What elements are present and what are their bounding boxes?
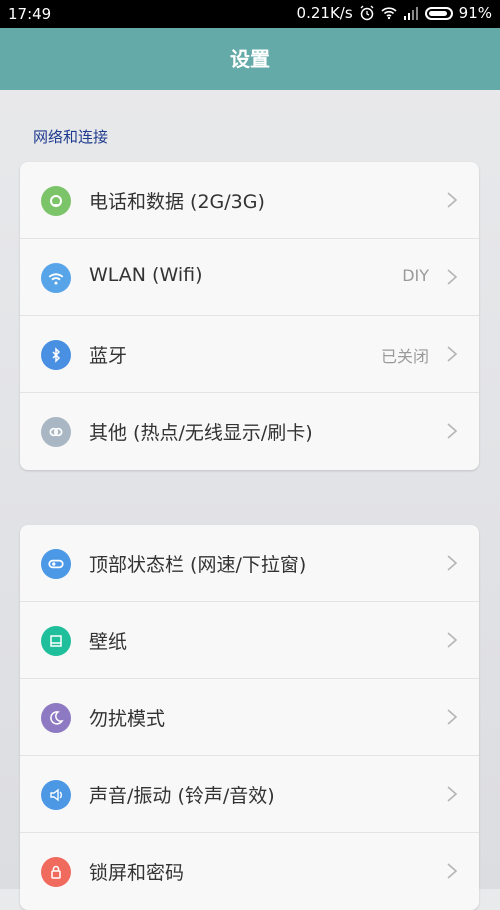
item-label: 蓝牙	[89, 345, 128, 367]
chevron-right-icon	[447, 863, 458, 879]
signal-icon	[403, 7, 418, 20]
section-title-network: 网络和连接	[33, 128, 109, 146]
settings-item-bluetooth[interactable]: 蓝牙 已关闭	[20, 316, 479, 393]
battery-percent: 91%	[458, 4, 492, 22]
status-right-group: 0.21K/s 91%	[297, 4, 492, 22]
item-label: 壁纸	[89, 631, 128, 653]
chevron-right-icon	[447, 192, 458, 208]
settings-item-lockscreen[interactable]: 锁屏和密码	[20, 833, 479, 910]
status-bar-icon	[41, 549, 71, 579]
item-value: 已关闭	[380, 347, 429, 366]
network-speed: 0.21K/s	[296, 4, 353, 22]
chevron-right-icon	[447, 786, 458, 802]
lock-icon	[41, 857, 71, 887]
settings-item-wlan[interactable]: WLAN (Wifi) DIY	[20, 239, 479, 316]
status-time: 17:49	[8, 5, 52, 23]
item-label: 锁屏和密码	[89, 862, 185, 884]
wifi-status-icon	[381, 7, 397, 20]
chevron-right-icon	[447, 709, 458, 725]
wifi-icon	[41, 263, 71, 293]
chevron-right-icon	[447, 346, 458, 362]
item-value: DIY	[402, 266, 429, 285]
battery-icon	[424, 6, 453, 20]
status-bar: 17:49 0.21K/s 91%	[0, 0, 500, 28]
network-card: 电话和数据 (2G/3G) WLAN (Wifi) DIY 蓝牙 已关闭 其他 …	[20, 162, 479, 470]
item-label: 其他 (热点/无线显示/刷卡)	[89, 422, 313, 444]
settings-item-dnd[interactable]: 勿扰模式	[20, 679, 479, 756]
chevron-right-icon	[447, 555, 458, 571]
settings-item-sound[interactable]: 声音/振动 (铃声/音效)	[20, 756, 479, 833]
link-icon	[41, 417, 71, 447]
settings-item-other[interactable]: 其他 (热点/无线显示/刷卡)	[20, 393, 479, 470]
page-title: 设置	[230, 47, 270, 71]
chevron-right-icon	[447, 269, 458, 285]
bluetooth-icon	[41, 340, 71, 370]
wallpaper-icon	[41, 626, 71, 656]
moon-icon	[41, 703, 71, 733]
phone-data-icon	[41, 186, 71, 216]
personalization-card: 顶部状态栏 (网速/下拉窗) 壁纸 勿扰模式 声音/振动 (铃声/音效) 锁屏和…	[20, 525, 479, 910]
settings-item-status-bar[interactable]: 顶部状态栏 (网速/下拉窗)	[20, 525, 479, 602]
item-label: 声音/振动 (铃声/音效)	[89, 785, 275, 807]
settings-item-wallpaper[interactable]: 壁纸	[20, 602, 479, 679]
speaker-icon	[41, 780, 71, 810]
item-label: 电话和数据 (2G/3G)	[89, 191, 265, 213]
app-bar: 设置	[0, 28, 500, 90]
settings-item-phone-data[interactable]: 电话和数据 (2G/3G)	[20, 162, 479, 239]
chevron-right-icon	[447, 632, 458, 648]
item-label: WLAN (Wifi)	[89, 264, 203, 286]
item-label: 勿扰模式	[89, 708, 166, 730]
item-label: 顶部状态栏 (网速/下拉窗)	[89, 554, 307, 576]
chevron-right-icon	[447, 423, 458, 439]
alarm-icon	[360, 5, 374, 21]
